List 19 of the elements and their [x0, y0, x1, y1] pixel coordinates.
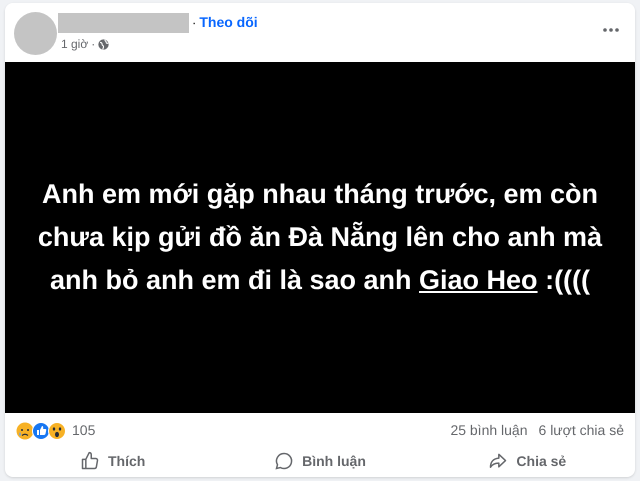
share-arrow-icon — [488, 451, 508, 471]
follow-link[interactable]: Theo dõi — [199, 12, 258, 33]
thumbs-up-icon — [80, 451, 100, 471]
comment-button[interactable]: Bình luận — [216, 448, 424, 474]
like-emoji-icon — [32, 422, 50, 440]
globe-icon — [98, 38, 110, 50]
separator-dot: · — [91, 36, 96, 53]
share-count[interactable]: 6 lượt chia sẻ — [538, 420, 624, 441]
reaction-count[interactable]: 105 — [72, 420, 96, 441]
post-image-text: Anh em mới gặp nhau tháng trước, em còn chưa kịp gửi đồ ăn Đà Nẵng lên cho anh mà anh bỏ anh em đi là sao anh Giao Heo :(((( — [36, 178, 604, 297]
crying-emoji-icon — [16, 422, 34, 440]
comment-count[interactable]: 25 bình luận — [450, 420, 528, 441]
separator-dot: · — [192, 14, 196, 32]
more-options-icon[interactable] — [603, 28, 619, 32]
post-time[interactable]: 1 giờ — [61, 35, 88, 53]
wow-emoji-icon — [48, 422, 66, 440]
speech-bubble-icon — [274, 451, 294, 471]
share-button[interactable]: Chia sẻ — [424, 448, 631, 474]
like-button[interactable]: Thích — [9, 448, 216, 474]
